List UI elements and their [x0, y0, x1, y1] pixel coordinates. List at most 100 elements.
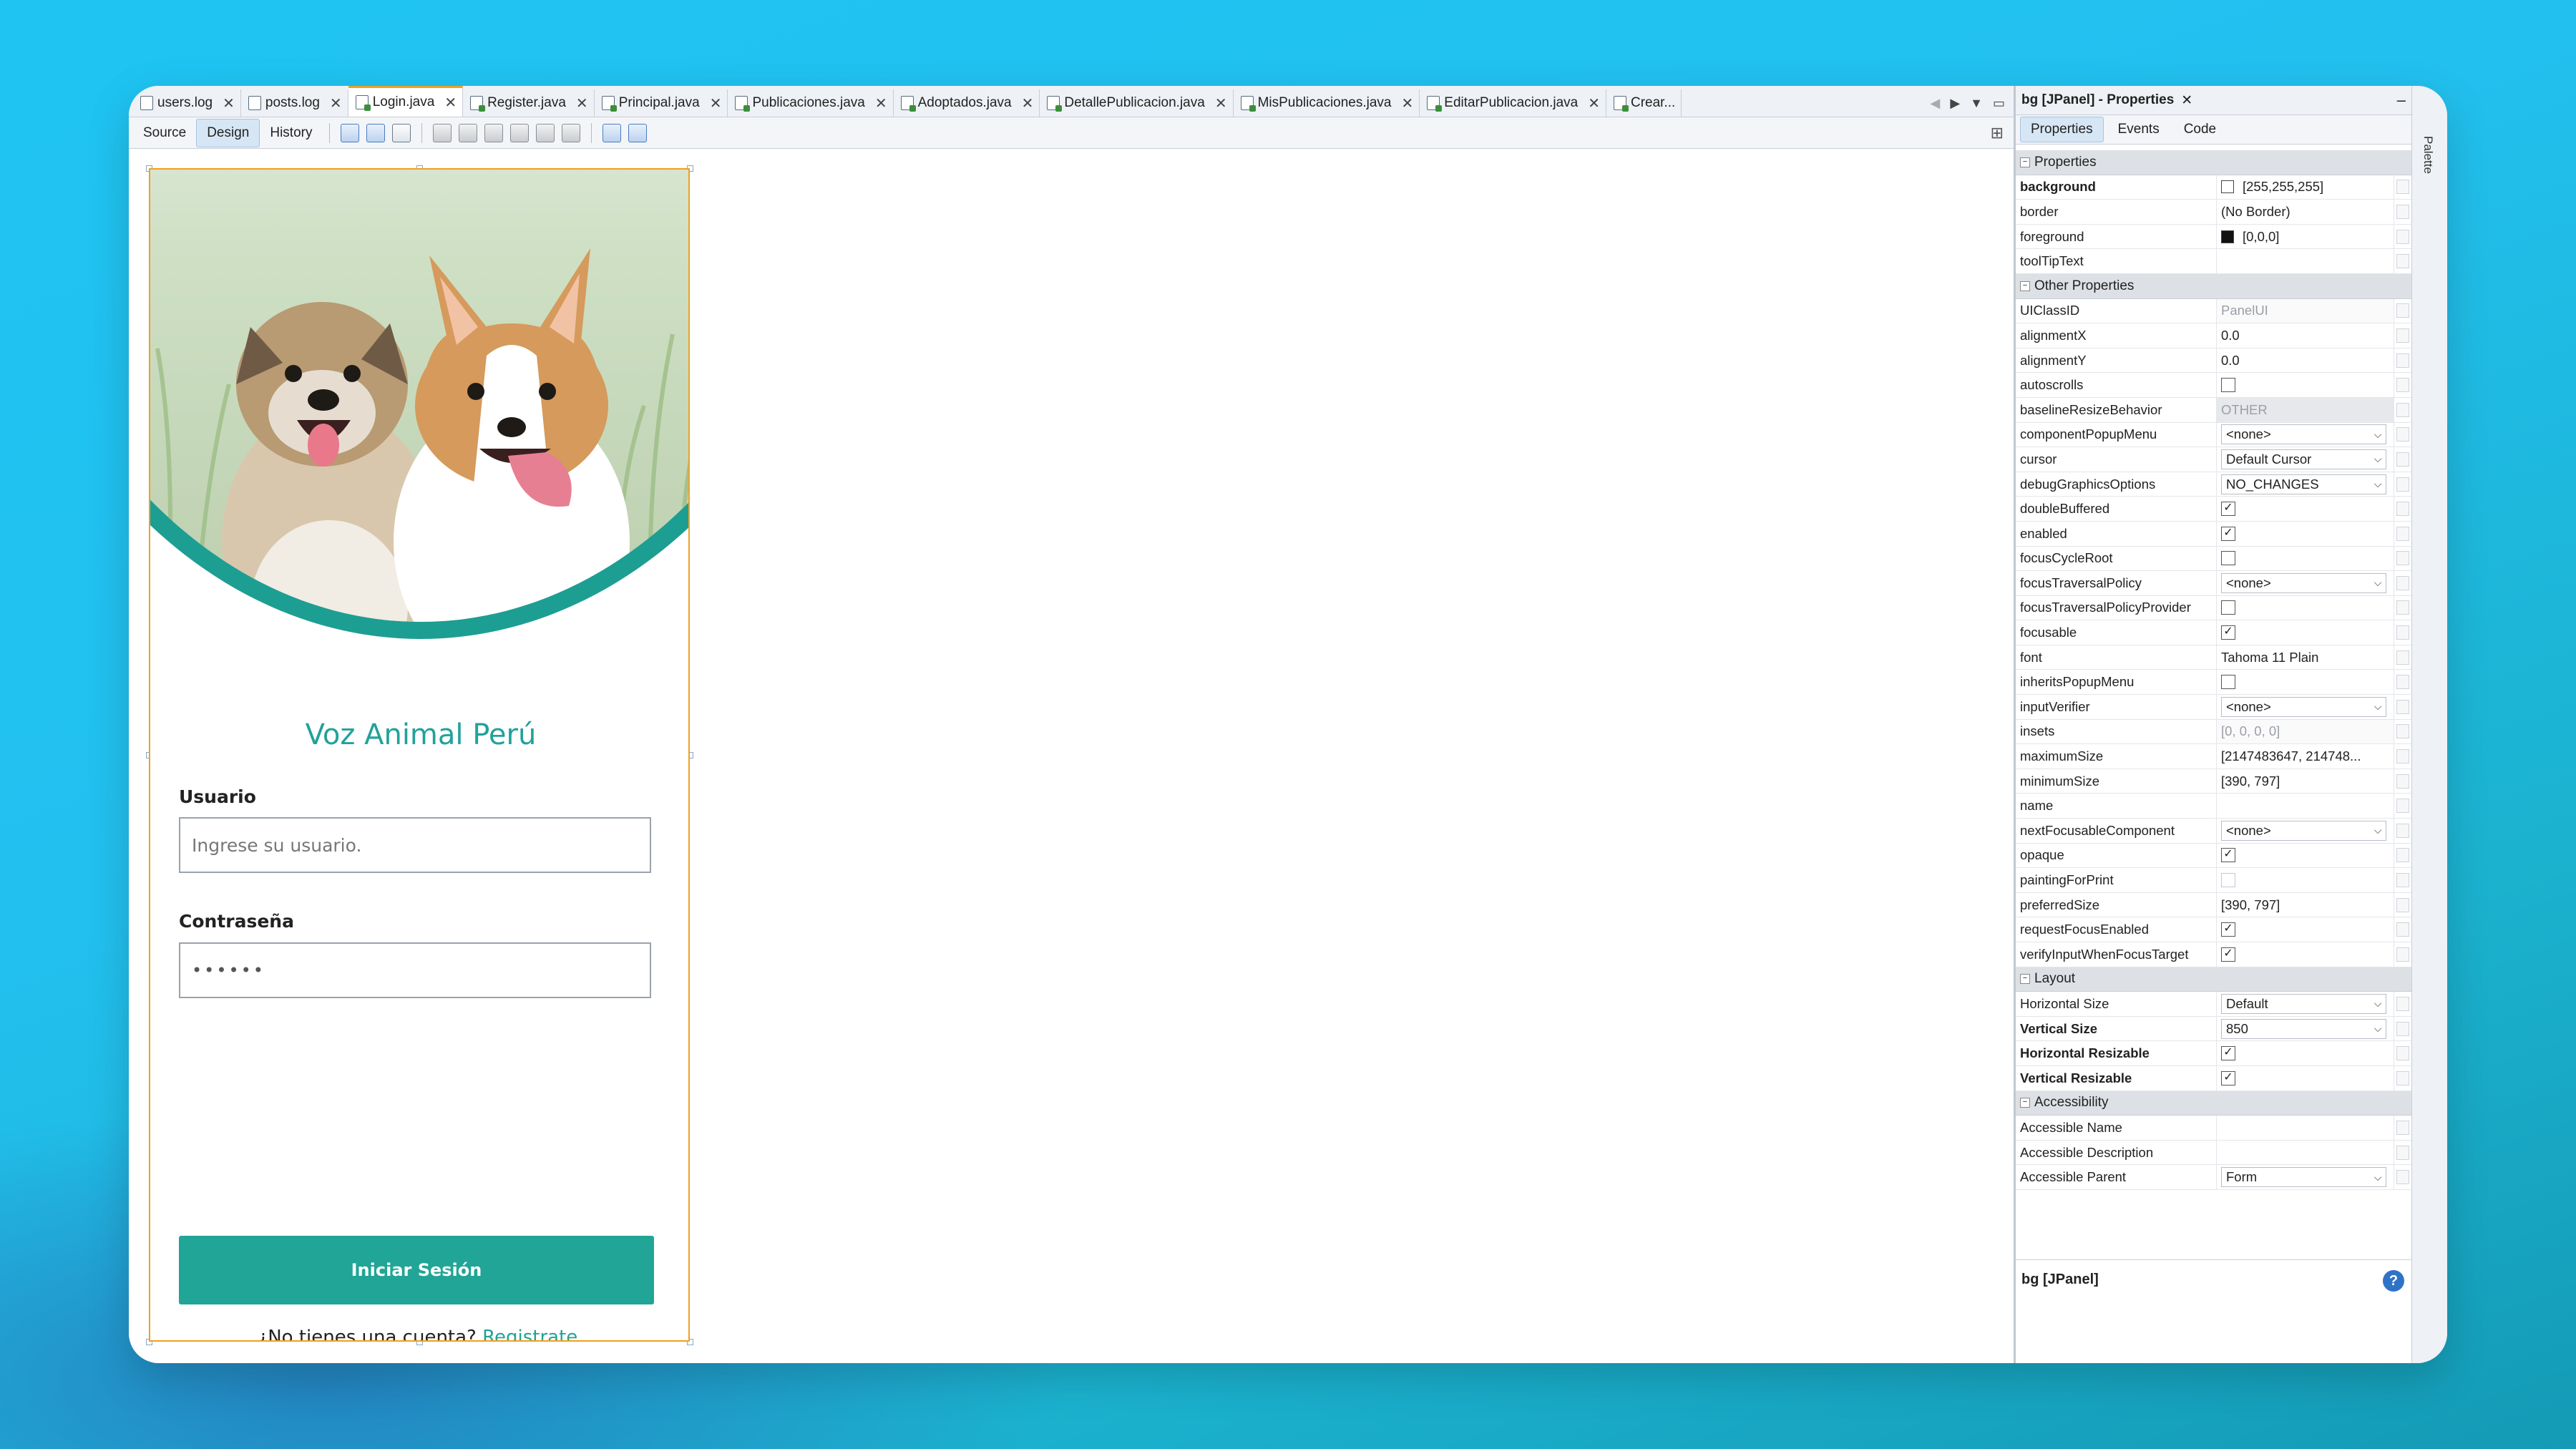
property-editor-button[interactable]	[2394, 249, 2411, 273]
property-row[interactable]: foreground [0,0,0]	[2016, 224, 2411, 250]
property-row[interactable]: Accessible Parent Form ⌵	[2016, 1165, 2411, 1190]
close-tab-icon[interactable]: ✕	[1215, 94, 1227, 112]
align-top-icon[interactable]	[510, 123, 530, 142]
property-row[interactable]: alignmentX 0.0	[2016, 323, 2411, 348]
grid-toggle-icon[interactable]: ⊞	[1991, 124, 2004, 142]
property-section-header[interactable]: − Layout	[2016, 967, 2411, 992]
property-value[interactable]: OTHER	[2217, 397, 2394, 422]
tab-code[interactable]: Code	[2174, 117, 2226, 142]
minimize-icon[interactable]: –	[2397, 91, 2406, 109]
property-value[interactable]	[2217, 794, 2394, 818]
change-horizontal-resizability-icon[interactable]	[602, 123, 622, 142]
value-dropdown[interactable]: Default ⌵	[2221, 993, 2387, 1014]
value-dropdown[interactable]: Form ⌵	[2221, 1167, 2387, 1188]
property-value[interactable]: ✓	[2217, 844, 2394, 868]
property-value[interactable]: 0.0	[2217, 348, 2394, 373]
property-editor-button[interactable]	[2394, 645, 2411, 670]
checkbox[interactable]	[2221, 551, 2235, 566]
property-editor-button[interactable]	[2394, 571, 2411, 595]
checkbox[interactable]	[2221, 600, 2235, 615]
palette-tab[interactable]: Palette	[2421, 136, 2435, 174]
property-editor-button[interactable]	[2394, 373, 2411, 397]
property-editor-button[interactable]	[2394, 546, 2411, 571]
editor-tab[interactable]: Principal.java ✕	[595, 89, 728, 117]
property-row[interactable]: autoscrolls	[2016, 373, 2411, 398]
editor-tab[interactable]: users.log ✕	[133, 89, 241, 117]
property-value[interactable]: Default ⌵	[2217, 992, 2394, 1016]
checkbox[interactable]: ✓	[2221, 625, 2235, 640]
value-dropdown[interactable]: <none> ⌵	[2221, 696, 2387, 717]
property-row[interactable]: cursor Default Cursor ⌵	[2016, 447, 2411, 472]
property-value[interactable]: PanelUI	[2217, 298, 2394, 323]
property-row[interactable]: toolTipText	[2016, 249, 2411, 274]
center-vertically-icon[interactable]	[562, 123, 581, 142]
property-editor-button[interactable]	[2394, 175, 2411, 200]
close-tab-icon[interactable]: ✕	[875, 94, 887, 112]
property-row[interactable]: focusTraversalPolicyProvider	[2016, 595, 2411, 621]
align-bottom-icon[interactable]	[536, 123, 555, 142]
property-editor-button[interactable]	[2394, 695, 2411, 719]
checkbox[interactable]	[2221, 675, 2235, 690]
tab-events[interactable]: Events	[2108, 117, 2170, 142]
property-section-header[interactable]: − Properties	[2016, 150, 2411, 175]
property-value[interactable]: ✓	[2217, 942, 2394, 967]
property-editor-button[interactable]	[2394, 447, 2411, 472]
editor-tab[interactable]: Register.java ✕	[463, 89, 595, 117]
property-editor-button[interactable]	[2394, 497, 2411, 521]
property-editor-button[interactable]	[2394, 1016, 2411, 1041]
tab-scroll-right-icon[interactable]: ▶	[1950, 96, 1960, 111]
close-tab-icon[interactable]: ✕	[1588, 94, 1600, 112]
property-value[interactable]: [390, 797]	[2217, 769, 2394, 794]
property-row[interactable]: doubleBuffered ✓	[2016, 497, 2411, 522]
close-tab-icon[interactable]: ✕	[444, 94, 457, 112]
property-value[interactable]: ✓	[2217, 1066, 2394, 1091]
property-row[interactable]: nextFocusableComponent <none> ⌵	[2016, 819, 2411, 844]
property-row[interactable]: baselineResizeBehavior OTHER	[2016, 397, 2411, 423]
property-row[interactable]: verifyInputWhenFocusTarget ✓	[2016, 942, 2411, 967]
property-editor-button[interactable]	[2394, 348, 2411, 373]
property-value[interactable]: <none> ⌵	[2217, 423, 2394, 447]
editor-tab[interactable]: Publicaciones.java ✕	[728, 89, 894, 117]
property-editor-button[interactable]	[2394, 1116, 2411, 1140]
property-editor-button[interactable]	[2394, 744, 2411, 769]
editor-tab[interactable]: posts.log ✕	[241, 89, 348, 117]
value-dropdown[interactable]: <none> ⌵	[2221, 424, 2387, 445]
editor-tab[interactable]: Adoptados.java ✕	[894, 89, 1040, 117]
preview-design-icon[interactable]	[392, 123, 411, 142]
editor-tab[interactable]: EditarPublicacion.java ✕	[1420, 89, 1606, 117]
property-editor-button[interactable]	[2394, 521, 2411, 546]
help-icon[interactable]: ?	[2383, 1270, 2404, 1292]
property-editor-button[interactable]	[2394, 1065, 2411, 1091]
property-row[interactable]: inheritsPopupMenu	[2016, 670, 2411, 696]
close-tab-icon[interactable]: ✕	[330, 94, 342, 112]
property-editor-button[interactable]	[2394, 323, 2411, 348]
value-dropdown[interactable]: <none> ⌵	[2221, 572, 2387, 593]
property-row[interactable]: focusCycleRoot	[2016, 546, 2411, 572]
close-tab-icon[interactable]: ✕	[576, 94, 588, 112]
property-value[interactable]	[2217, 547, 2394, 571]
property-row[interactable]: focusTraversalPolicy <none> ⌵	[2016, 571, 2411, 596]
property-editor-button[interactable]	[2394, 200, 2411, 224]
property-row[interactable]: Accessible Name	[2016, 1116, 2411, 1141]
property-value[interactable]: (No Border)	[2217, 200, 2394, 224]
align-left-icon[interactable]	[433, 123, 452, 142]
checkbox[interactable]	[2221, 378, 2235, 393]
login-button[interactable]: Iniciar Sesión	[179, 1236, 654, 1304]
property-value[interactable]: <none> ⌵	[2217, 819, 2394, 843]
property-editor-button[interactable]	[2394, 868, 2411, 892]
property-row[interactable]: requestFocusEnabled ✓	[2016, 917, 2411, 942]
close-icon[interactable]: ✕	[2181, 92, 2192, 109]
property-editor-button[interactable]	[2394, 794, 2411, 819]
property-row[interactable]: alignmentY 0.0	[2016, 348, 2411, 374]
property-editor-button[interactable]	[2394, 298, 2411, 323]
close-tab-icon[interactable]: ✕	[223, 94, 235, 112]
close-tab-icon[interactable]: ✕	[710, 94, 722, 112]
change-vertical-resizability-icon[interactable]	[628, 123, 648, 142]
connection-mode-icon[interactable]	[366, 123, 386, 142]
property-editor-button[interactable]	[2394, 397, 2411, 422]
checkbox[interactable]: ✓	[2221, 922, 2235, 937]
collapse-icon[interactable]: −	[2020, 157, 2030, 167]
property-row[interactable]: componentPopupMenu <none> ⌵	[2016, 422, 2411, 448]
property-row[interactable]: insets [0, 0, 0, 0]	[2016, 719, 2411, 745]
value-dropdown[interactable]: <none> ⌵	[2221, 820, 2387, 841]
